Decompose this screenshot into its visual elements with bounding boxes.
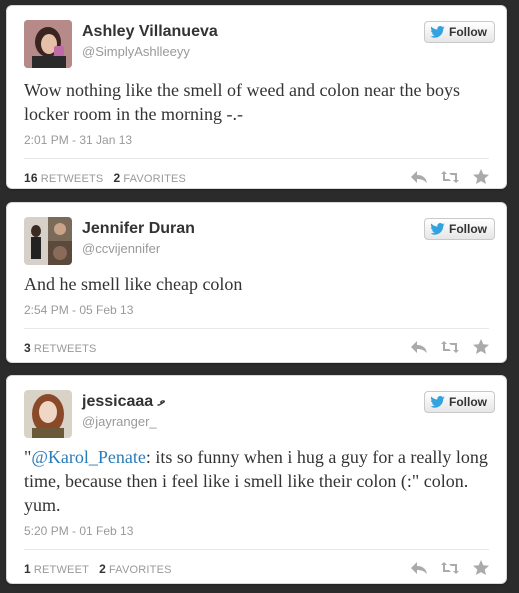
tweet-header: Jennifer Duran @ccvijennifer Follow (7, 203, 506, 265)
favorite-icon[interactable] (472, 560, 490, 576)
tweet-actions (410, 339, 490, 355)
user-handle[interactable]: @SimplyAshlleeyy (82, 43, 218, 61)
reply-icon[interactable] (410, 560, 428, 576)
retweet-icon[interactable] (441, 560, 459, 576)
tweet-header: jessicaaa ވ @jayranger_ Follow (7, 376, 506, 438)
retweet-count[interactable]: 3 RETWEETS (24, 341, 97, 355)
tweet-text: Wow nothing like the smell of weed and c… (24, 80, 460, 124)
tweet-text: And he smell like cheap colon (24, 274, 243, 294)
retweet-icon[interactable] (441, 169, 459, 185)
user-handle[interactable]: @ccvijennifer (82, 240, 195, 258)
reply-icon[interactable] (410, 339, 428, 355)
tweet-footer: 16 RETWEETS 2 FAVORITES (7, 159, 506, 197)
tweet-card: Ashley Villanueva @SimplyAshlleeyy Follo… (6, 5, 507, 189)
tweet-actions (410, 169, 490, 185)
user-name[interactable]: Jennifer Duran (82, 219, 195, 239)
follow-button[interactable]: Follow (424, 391, 495, 413)
follow-label: Follow (449, 25, 487, 39)
mention-link[interactable]: @Karol_Penate (31, 447, 146, 467)
avatar[interactable] (24, 20, 72, 68)
tweet-card: jessicaaa ވ @jayranger_ Follow "@Karol_P… (6, 375, 507, 584)
twitter-bird-icon (430, 396, 445, 408)
tweet-timestamp[interactable]: 2:01 PM - 31 Jan 13 (7, 132, 506, 148)
user-info: Ashley Villanueva @SimplyAshlleeyy (82, 22, 218, 61)
tweet-text: "@Karol_Penate: its so funny when i hug … (7, 445, 506, 517)
tweet-actions (410, 560, 490, 576)
retweet-count[interactable]: 16 RETWEETS (24, 171, 103, 185)
tweet-timestamp[interactable]: 2:54 PM - 05 Feb 13 (7, 302, 506, 318)
tweet-footer: 1 RETWEET 2 FAVORITES (7, 550, 506, 588)
favorite-icon[interactable] (472, 339, 490, 355)
follow-label: Follow (449, 395, 487, 409)
tweet-footer: 3 RETWEETS (7, 329, 506, 367)
user-name[interactable]: Ashley Villanueva (82, 22, 218, 42)
avatar[interactable] (24, 217, 72, 265)
follow-button[interactable]: Follow (424, 21, 495, 43)
follow-label: Follow (449, 222, 487, 236)
tweet-card: Jennifer Duran @ccvijennifer Follow And … (6, 202, 507, 363)
retweet-count[interactable]: 1 RETWEET (24, 562, 89, 576)
tweet-timestamp[interactable]: 5:20 PM - 01 Feb 13 (7, 523, 506, 539)
twitter-bird-icon (430, 223, 445, 235)
user-info: jessicaaa ވ @jayranger_ (82, 392, 165, 431)
tweet-header: Ashley Villanueva @SimplyAshlleeyy Follo… (7, 6, 506, 68)
follow-button[interactable]: Follow (424, 218, 495, 240)
favorite-icon[interactable] (472, 169, 490, 185)
retweet-icon[interactable] (441, 339, 459, 355)
avatar[interactable] (24, 390, 72, 438)
reply-icon[interactable] (410, 169, 428, 185)
favorite-count[interactable]: 2 FAVORITES (113, 171, 186, 185)
twitter-bird-icon (430, 26, 445, 38)
user-handle[interactable]: @jayranger_ (82, 413, 165, 431)
user-name[interactable]: jessicaaa ވ (82, 392, 165, 412)
favorite-count[interactable]: 2 FAVORITES (99, 562, 172, 576)
user-info: Jennifer Duran @ccvijennifer (82, 219, 195, 258)
